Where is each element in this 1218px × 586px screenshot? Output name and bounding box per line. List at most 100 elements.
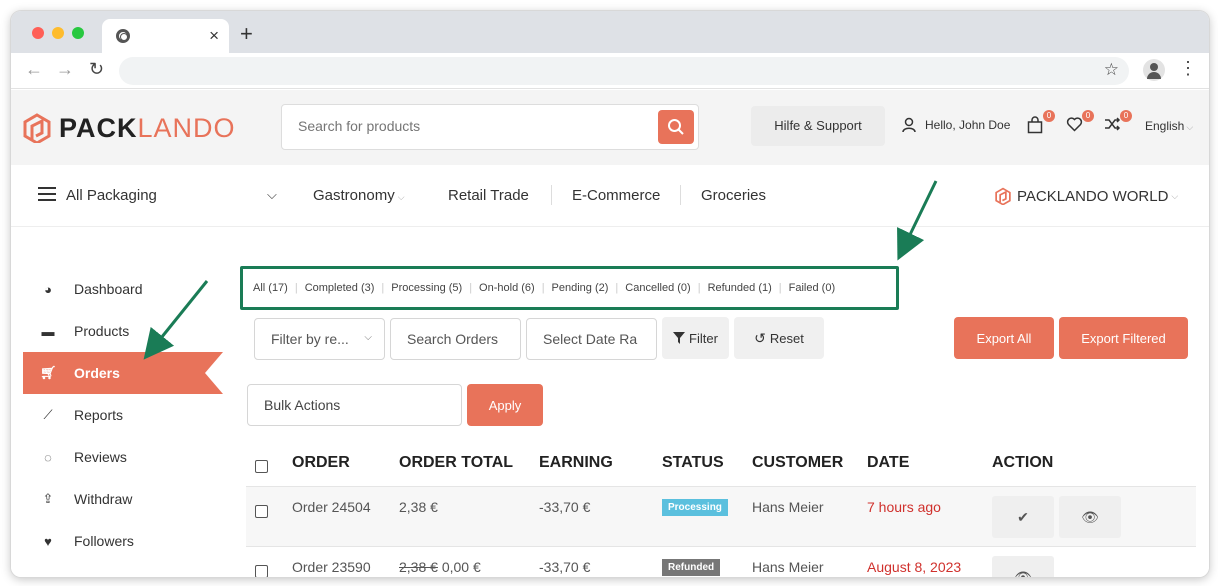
divider: |	[697, 282, 701, 294]
language-selector[interactable]: English ⌵	[1145, 119, 1193, 133]
status-filter-failed[interactable]: Failed (0)	[789, 282, 835, 294]
sidebar-item-reviews[interactable]: ◌ Reviews	[23, 436, 223, 478]
browser-menu-icon[interactable]: ⋮	[1179, 58, 1197, 79]
table-row: Order 24504 2,38 € -33,70 € Processing H…	[246, 486, 1196, 546]
browser-tab[interactable]: ×	[102, 19, 229, 53]
product-search-input[interactable]	[298, 118, 638, 134]
view-order-button[interactable]: 👁︎	[1059, 496, 1121, 538]
chevron-down-icon: ⌵	[1171, 190, 1179, 201]
customer-name: Hans Meier	[752, 499, 824, 515]
bookmark-star-icon[interactable]: ☆	[1104, 60, 1119, 80]
row-checkbox[interactable]	[255, 505, 268, 518]
browser-tab-strip: × +	[11, 11, 1209, 53]
filter-by-placeholder: Filter by re...	[271, 331, 349, 347]
site-header: PACKLANDO Hilfe & Support Hello, John Do…	[11, 90, 1209, 165]
sidebar-item-products[interactable]: ▬ Products	[23, 310, 223, 352]
sidebar-item-followers[interactable]: ♥ Followers	[23, 520, 223, 562]
export-all-button[interactable]: Export All	[954, 317, 1054, 359]
tab-close-icon[interactable]: ×	[209, 26, 219, 46]
divider: |	[469, 282, 473, 294]
reload-icon[interactable]: ↻	[89, 59, 104, 80]
wishlist-button[interactable]: 0	[1066, 110, 1094, 136]
status-filter-pending[interactable]: Pending (2)	[552, 282, 609, 294]
sidebar-item-label: Products	[74, 323, 130, 339]
sidebar-item-dashboard[interactable]: ◕ Dashboard	[23, 268, 223, 310]
heart-icon: ♥	[44, 533, 52, 549]
order-number-link[interactable]: Order 24504	[292, 499, 371, 515]
category-retail-trade[interactable]: Retail Trade	[448, 187, 529, 204]
category-groceries[interactable]: Groceries	[701, 187, 766, 204]
sidebar-item-label: Reviews	[74, 449, 127, 465]
order-total: 2,38 €	[399, 499, 438, 515]
reset-button-label: Reset	[769, 330, 804, 346]
packlando-world-menu[interactable]: PACKLANDO WORLD ⌵	[995, 187, 1178, 205]
column-header-earning: EARNING	[539, 454, 613, 471]
compare-count-badge: 0	[1120, 110, 1132, 122]
status-filter-completed[interactable]: Completed (3)	[305, 282, 375, 294]
chevron-down-icon[interactable]: ⌵	[267, 187, 277, 203]
user-account[interactable]: Hello, John Doe	[901, 117, 1010, 133]
search-orders-placeholder: Search Orders	[407, 331, 499, 347]
comments-icon: ◌	[44, 449, 52, 465]
order-number-link[interactable]: Order 23590	[292, 559, 371, 575]
status-filter-processing[interactable]: Processing (5)	[391, 282, 462, 294]
hamburger-menu-icon[interactable]	[38, 187, 56, 201]
address-bar-row: ← → ↻ ☆ ⋮	[11, 53, 1209, 89]
bulk-actions-select[interactable]: Bulk Actions	[247, 384, 462, 426]
status-filter-on-hold[interactable]: On-hold (6)	[479, 282, 535, 294]
column-header-status: STATUS	[662, 454, 724, 471]
sidebar-item-label: Reports	[74, 407, 124, 423]
help-support-button[interactable]: Hilfe & Support	[751, 106, 885, 146]
all-packaging-link[interactable]: All Packaging	[66, 187, 157, 204]
divider	[680, 185, 681, 205]
eye-icon: 👁︎	[1014, 568, 1032, 578]
filter-by-select[interactable]: Filter by re... ⌵	[254, 318, 385, 360]
sidebar-item-reports[interactable]: ⟋ Reports	[23, 394, 223, 436]
minimize-window-button[interactable]	[52, 27, 64, 39]
column-header-order: ORDER	[292, 454, 350, 471]
export-filtered-button[interactable]: Export Filtered	[1059, 317, 1188, 359]
search-orders-input[interactable]: Search Orders	[390, 318, 521, 360]
status-filter-all[interactable]: All (17)	[253, 282, 288, 294]
dashboard-main: ◕ Dashboard ▬ Products 🛒︎ Orders ⟋ Repor…	[11, 228, 1209, 577]
status-filter-refunded[interactable]: Refunded (1)	[708, 282, 772, 294]
select-all-checkbox[interactable]	[255, 460, 268, 473]
search-button[interactable]	[658, 110, 694, 144]
filter-button[interactable]: Filter	[662, 317, 729, 359]
packlando-world-label: PACKLANDO WORLD	[1017, 187, 1169, 205]
back-icon[interactable]: ←	[25, 59, 43, 80]
view-order-button[interactable]: 👁︎	[992, 556, 1054, 577]
order-earning: -33,70 €	[539, 559, 591, 575]
status-badge: Processing	[662, 499, 728, 516]
eye-icon: 👁︎	[1081, 508, 1099, 525]
date-range-input[interactable]: Select Date Ra	[526, 318, 657, 360]
row-checkbox[interactable]	[255, 565, 268, 577]
category-gastronomy[interactable]: Gastronomy ⌵	[313, 187, 405, 204]
sidebar-item-withdraw[interactable]: ⇪ Withdraw	[23, 478, 223, 520]
site-logo[interactable]: PACKLANDO	[23, 112, 236, 144]
maximize-window-button[interactable]	[72, 27, 84, 39]
table-row: Order 23590 2,38 € 0,00 € -33,70 € Refun…	[246, 546, 1196, 577]
profile-icon[interactable]	[1143, 59, 1165, 81]
chevron-down-icon: ⌵	[397, 192, 405, 202]
logo-mark-icon	[995, 187, 1011, 205]
table-header: ORDER ORDER TOTAL EARNING STATUS CUSTOME…	[246, 454, 1196, 486]
status-filter-cancelled[interactable]: Cancelled (0)	[625, 282, 690, 294]
category-e-commerce[interactable]: E-Commerce	[572, 187, 660, 204]
order-date: August 8, 2023	[867, 559, 962, 575]
apply-button[interactable]: Apply	[467, 384, 543, 426]
customer-name: Hans Meier	[752, 559, 824, 575]
complete-order-button[interactable]: ✔	[992, 496, 1054, 538]
sidebar-item-label: Orders	[74, 365, 120, 381]
forward-icon[interactable]: →	[56, 59, 74, 80]
sidebar-item-orders[interactable]: 🛒︎ Orders	[23, 352, 223, 394]
new-tab-button[interactable]: +	[240, 21, 253, 47]
address-bar[interactable]: ☆	[119, 57, 1129, 85]
compare-button[interactable]: 0	[1104, 110, 1132, 136]
cart-button[interactable]: 0	[1027, 110, 1055, 136]
close-window-button[interactable]	[32, 27, 44, 39]
reset-button[interactable]: ↺ Reset	[734, 317, 824, 359]
status-badge: Refunded	[662, 559, 721, 576]
column-header-date: DATE	[867, 454, 910, 471]
sidebar-item-label: Dashboard	[74, 281, 143, 297]
